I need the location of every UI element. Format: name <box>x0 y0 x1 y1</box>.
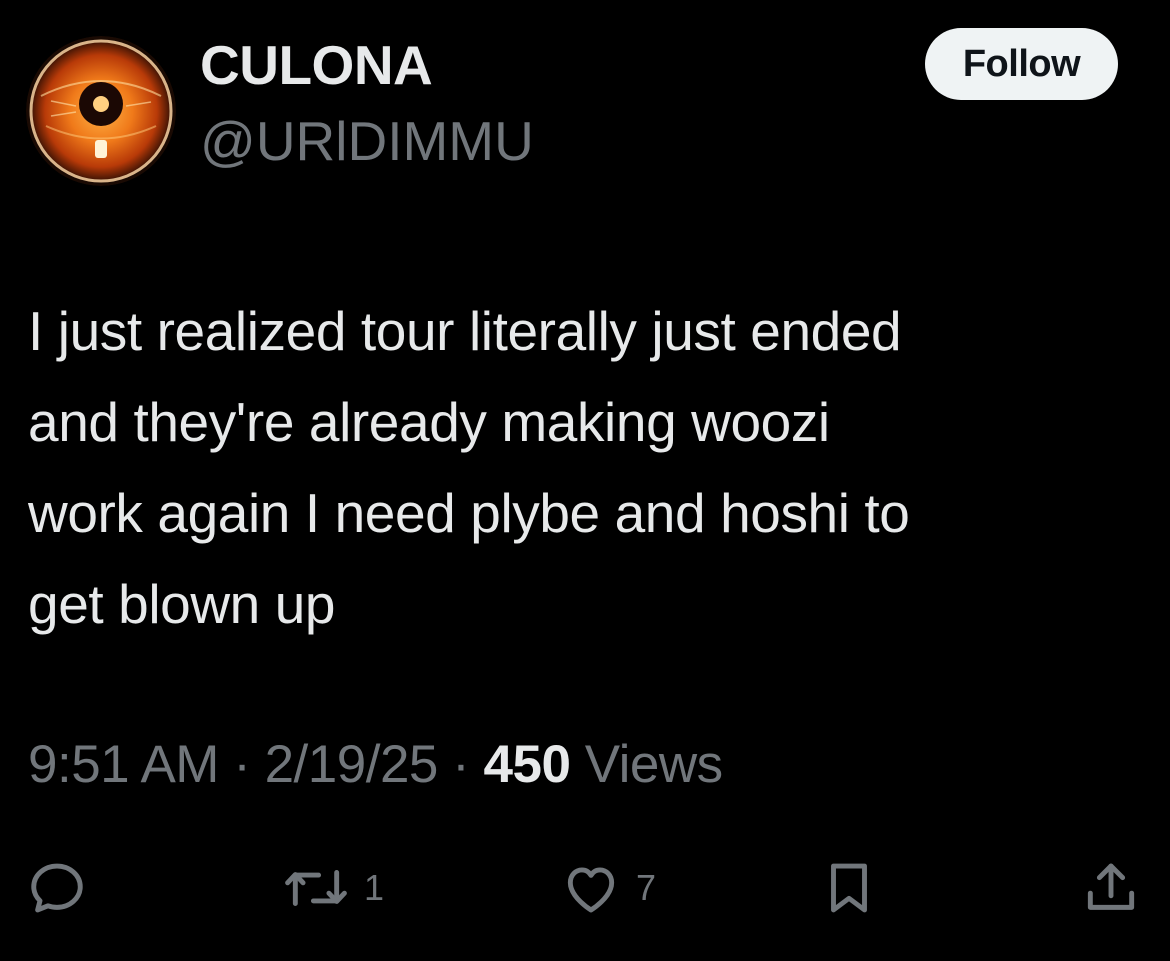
bookmark-button[interactable] <box>818 850 880 926</box>
reply-button[interactable] <box>26 850 88 926</box>
orange-eye-avatar-icon <box>26 36 176 186</box>
bookmark-icon <box>831 863 867 913</box>
like-button[interactable]: 7 <box>560 850 656 926</box>
share-button[interactable] <box>1080 850 1142 926</box>
meta-separator: · <box>452 735 484 794</box>
tweet-line: I just realized tour literally just ende… <box>28 300 902 362</box>
user-handle[interactable]: @URlDIMMU <box>200 108 534 174</box>
tweet-meta: 9:51 AM · 2/19/25 · 450 Views <box>28 732 723 798</box>
action-bar: 1 7 <box>0 850 1170 926</box>
tweet-card: CULONA @URlDIMMU Follow I just realized … <box>0 0 1170 961</box>
views-label: Views <box>584 735 723 794</box>
like-count: 7 <box>636 867 657 908</box>
tweet-line: work again I need plybe and hoshi to <box>28 482 910 544</box>
share-icon <box>1087 863 1135 910</box>
tweet-date[interactable]: 2/19/25 <box>265 735 439 794</box>
tweet-text: I just realized tour literally just ende… <box>28 286 1138 650</box>
display-name[interactable]: CULONA <box>200 32 433 98</box>
tweet-line: get blown up <box>28 573 336 635</box>
views-count: 450 <box>483 735 585 794</box>
retweet-button[interactable]: 1 <box>282 850 384 926</box>
retweet-icon <box>285 870 347 906</box>
reply-icon <box>31 863 83 913</box>
meta-separator: · <box>233 735 265 794</box>
follow-button[interactable]: Follow <box>925 28 1118 100</box>
retweet-count: 1 <box>364 867 385 908</box>
avatar[interactable] <box>26 36 176 186</box>
tweet-time[interactable]: 9:51 AM <box>28 735 219 794</box>
heart-icon <box>567 867 615 913</box>
tweet-line: and they're already making woozi <box>28 391 830 453</box>
